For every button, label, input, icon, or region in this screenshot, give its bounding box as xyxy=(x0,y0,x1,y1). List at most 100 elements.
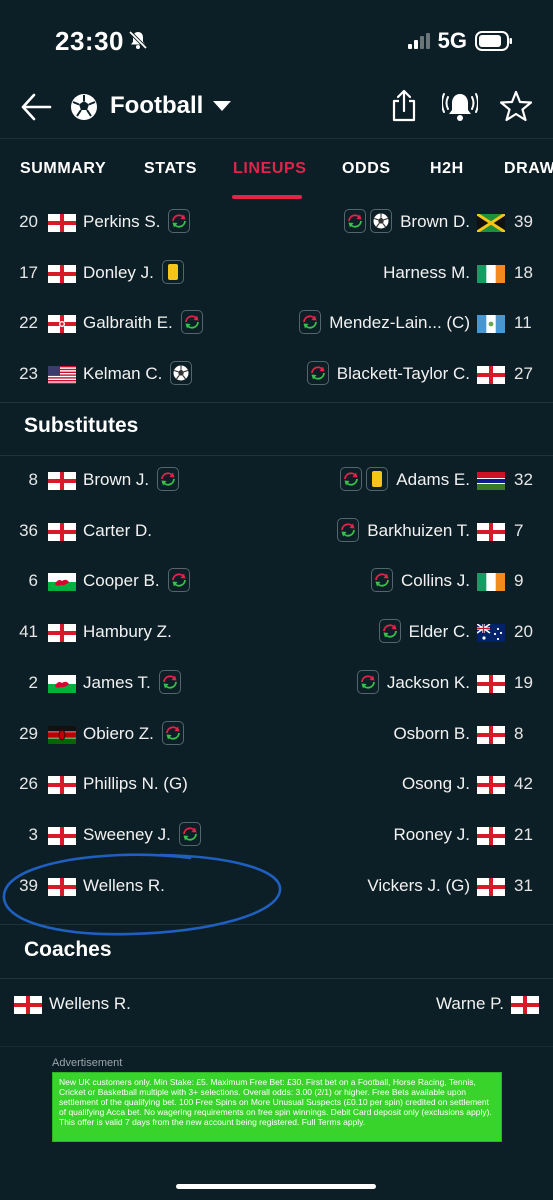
share-icon[interactable] xyxy=(390,89,418,123)
away-player-name[interactable]: Mendez-Lain... (C) xyxy=(329,313,470,333)
flag-england-icon xyxy=(48,776,76,795)
away-player-number: 11 xyxy=(514,313,532,333)
home-player-number: 17 xyxy=(19,262,38,282)
lineup-row[interactable]: 26 Phillips N. (G) 42 Osong J. xyxy=(0,760,553,810)
home-player-name[interactable]: Kelman C. xyxy=(83,364,162,384)
tab-summary[interactable]: SUMMARY xyxy=(20,160,106,178)
goal-ball-icon xyxy=(170,361,193,386)
football-icon xyxy=(71,94,97,120)
page-title[interactable]: Football xyxy=(110,92,203,120)
home-player-number: 8 xyxy=(28,470,38,489)
back-arrow-icon[interactable] xyxy=(20,92,52,122)
silent-bell-icon xyxy=(128,30,148,50)
home-indicator[interactable] xyxy=(176,1184,376,1189)
flag-australia-icon xyxy=(477,624,505,643)
away-player-name[interactable]: Elder C. xyxy=(409,622,470,642)
flag-jamaica-icon xyxy=(477,214,505,232)
advertisement-area: Advertisement New UK customers only. Min… xyxy=(0,1055,553,1150)
divider xyxy=(0,978,553,979)
away-player-name[interactable]: Rooney J. xyxy=(393,825,470,845)
home-player-name[interactable]: Perkins S. xyxy=(83,212,160,232)
lineup-row[interactable]: 17 Donley J. 18 Harness M. xyxy=(0,249,553,299)
status-time: 23:30 xyxy=(55,26,124,56)
substitution-icon xyxy=(157,467,180,491)
lineup-row[interactable]: 8 Brown J. 32 Adams E. xyxy=(0,456,553,506)
home-player-name[interactable]: Sweeney J. xyxy=(83,825,171,845)
tab-odds[interactable]: ODDS xyxy=(342,160,391,178)
away-player-name[interactable]: Brown D. xyxy=(400,212,470,232)
away-player-number: 42 xyxy=(514,774,533,794)
home-player-name[interactable]: James T. xyxy=(83,673,151,693)
network-label: 5G xyxy=(437,28,467,53)
away-player-name[interactable]: Osborn B. xyxy=(393,724,470,744)
home-player-name[interactable]: Galbraith E. xyxy=(83,313,173,333)
flag-england-icon xyxy=(48,522,76,541)
home-player-name[interactable]: Donley J. xyxy=(83,263,154,283)
home-player-name[interactable]: Carter D. xyxy=(83,521,152,541)
home-player-number: 29 xyxy=(19,723,38,743)
home-player-number: 36 xyxy=(19,520,38,540)
flag-ireland-icon xyxy=(477,573,505,592)
notification-bell-icon[interactable] xyxy=(442,89,478,123)
status-right: 5G xyxy=(407,28,513,54)
substitution-icon xyxy=(340,467,363,491)
tab-bar: SUMMARY STATS LINEUPS ODDS H2H DRAW xyxy=(0,138,553,199)
home-player-number: 3 xyxy=(28,824,38,844)
lineup-row[interactable]: 29 Obiero Z. 8 Osborn B. xyxy=(0,710,553,760)
lineup-row[interactable]: 23 Kelman C. 27 Blackett-Taylor C. xyxy=(0,350,553,400)
flag-england-icon xyxy=(48,214,76,232)
away-coach-name: Warne P. xyxy=(435,994,504,1013)
away-player-number: 7 xyxy=(514,520,524,540)
away-player-number: 19 xyxy=(514,672,533,692)
tab-draw[interactable]: DRAW xyxy=(504,160,553,178)
home-player-name[interactable]: Hambury Z. xyxy=(83,622,172,642)
lineup-row[interactable]: 6 Cooper B. 9 Collins J. xyxy=(0,557,553,607)
away-player-number: 9 xyxy=(514,571,524,591)
flag-wales-icon xyxy=(48,573,76,592)
lineup-row[interactable]: 2 James T. 19 Jackson K. xyxy=(0,659,553,709)
away-player-name[interactable]: Blackett-Taylor C. xyxy=(337,364,470,384)
away-player-name[interactable]: Osong J. xyxy=(402,774,470,794)
away-player-name[interactable]: Vickers J. (G) xyxy=(367,876,470,896)
home-player-number: 23 xyxy=(19,364,38,384)
flag-england-icon xyxy=(48,264,76,283)
lineup-row[interactable]: 22 Galbraith E. 11 Mendez-Lain... (C) xyxy=(0,299,553,349)
substitution-icon xyxy=(344,209,367,233)
divider xyxy=(0,1046,553,1047)
away-player-number: 32 xyxy=(514,470,533,489)
flag-england-icon xyxy=(477,826,505,845)
flag-england-icon xyxy=(477,522,505,541)
coaches-row[interactable]: Wellens R. Warne P. xyxy=(0,980,553,1030)
home-player-name[interactable]: Phillips N. (G) xyxy=(83,774,188,794)
away-player-name[interactable]: Adams E. xyxy=(396,470,470,490)
home-player-name[interactable]: Obiero Z. xyxy=(83,724,154,744)
away-player-name[interactable]: Barkhuizen T. xyxy=(367,521,470,541)
home-player-number: 6 xyxy=(28,571,38,591)
home-player-name[interactable]: Cooper B. xyxy=(83,571,160,591)
substitution-icon xyxy=(161,720,184,745)
away-player-name[interactable]: Collins J. xyxy=(401,571,470,591)
substitution-icon xyxy=(356,669,379,694)
lineup-row[interactable]: 36 Carter D. 7 Barkhuizen T. xyxy=(0,507,553,557)
favorite-star-icon[interactable] xyxy=(500,90,532,122)
yellow-card-icon xyxy=(161,259,184,284)
substitution-icon xyxy=(378,619,401,644)
lineup-row[interactable]: 41 Hambury Z. 20 Elder C. xyxy=(0,608,553,658)
ad-label: Advertisement xyxy=(52,1057,123,1069)
yellow-card-icon xyxy=(366,467,389,491)
dropdown-caret-icon[interactable] xyxy=(212,100,232,112)
away-player-name[interactable]: Jackson K. xyxy=(387,673,470,693)
home-player-number: 41 xyxy=(19,622,38,642)
signal-icon xyxy=(407,33,430,49)
away-player-number: 39 xyxy=(514,212,533,231)
tab-stats[interactable]: STATS xyxy=(144,160,197,178)
tab-lineups[interactable]: LINEUPS xyxy=(233,160,307,178)
tab-h2h[interactable]: H2H xyxy=(430,160,464,178)
substitution-icon xyxy=(306,361,329,386)
ad-banner[interactable]: New UK customers only. Min Stake: £5. Ma… xyxy=(52,1072,502,1142)
home-player-name[interactable]: Brown J. xyxy=(83,470,149,490)
substitutes-heading: Substitutes xyxy=(24,414,139,437)
lineup-row[interactable]: 20 Perkins S. 39 Brown D. xyxy=(0,198,553,248)
away-player-name[interactable]: Harness M. xyxy=(383,263,470,283)
flag-gambia-icon xyxy=(477,472,505,490)
